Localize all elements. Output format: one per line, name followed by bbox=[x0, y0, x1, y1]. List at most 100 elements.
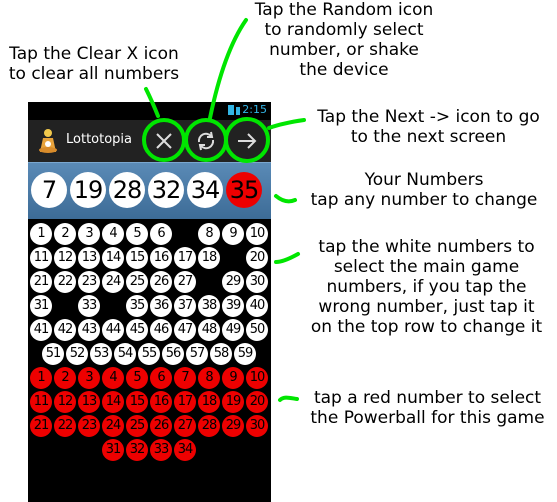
main-number[interactable]: 25 bbox=[126, 271, 148, 293]
powerball-number[interactable]: 33 bbox=[150, 439, 172, 461]
main-number[interactable]: 36 bbox=[150, 295, 172, 317]
main-number[interactable]: 9 bbox=[222, 223, 244, 245]
main-number[interactable]: 17 bbox=[174, 247, 196, 269]
main-number[interactable]: 20 bbox=[246, 247, 268, 269]
powerball-number[interactable]: 16 bbox=[150, 391, 172, 413]
main-number[interactable]: 18 bbox=[198, 247, 220, 269]
powerball-number[interactable]: 13 bbox=[78, 391, 100, 413]
powerball-number[interactable]: 19 bbox=[222, 391, 244, 413]
selected-number[interactable]: 34 bbox=[187, 172, 223, 208]
main-number[interactable]: 37 bbox=[174, 295, 196, 317]
selected-number[interactable]: 19 bbox=[70, 172, 106, 208]
powerball-number[interactable]: 31 bbox=[102, 439, 124, 461]
main-number[interactable]: 38 bbox=[198, 295, 220, 317]
main-number[interactable]: 57 bbox=[186, 343, 208, 365]
main-number[interactable]: 43 bbox=[78, 319, 100, 341]
powerball-number[interactable]: 26 bbox=[150, 415, 172, 437]
powerball-number[interactable]: 4 bbox=[102, 367, 124, 389]
powerball-number[interactable]: 12 bbox=[54, 391, 76, 413]
selected-number[interactable]: 28 bbox=[109, 172, 145, 208]
powerball-number[interactable]: 5 bbox=[126, 367, 148, 389]
refresh-icon bbox=[197, 131, 215, 151]
main-number[interactable]: 39 bbox=[222, 295, 244, 317]
main-number[interactable]: 51 bbox=[42, 343, 64, 365]
powerball-number[interactable]: 27 bbox=[174, 415, 196, 437]
main-number[interactable]: 8 bbox=[198, 223, 220, 245]
main-number[interactable]: 13 bbox=[78, 247, 100, 269]
main-number[interactable]: 47 bbox=[174, 319, 196, 341]
powerball-number[interactable]: 25 bbox=[126, 415, 148, 437]
main-number[interactable]: 59 bbox=[234, 343, 256, 365]
powerball-number[interactable]: 14 bbox=[102, 391, 124, 413]
random-button[interactable] bbox=[187, 122, 225, 160]
main-number[interactable]: 26 bbox=[150, 271, 172, 293]
powerball-number[interactable]: 30 bbox=[246, 415, 268, 437]
main-number[interactable]: 44 bbox=[102, 319, 124, 341]
main-number[interactable]: 27 bbox=[174, 271, 196, 293]
main-number[interactable]: 35 bbox=[126, 295, 148, 317]
powerball-number[interactable]: 11 bbox=[30, 391, 52, 413]
main-number[interactable]: 10 bbox=[246, 223, 268, 245]
powerball-number[interactable]: 22 bbox=[54, 415, 76, 437]
main-number[interactable]: 46 bbox=[150, 319, 172, 341]
powerball-number[interactable]: 21 bbox=[30, 415, 52, 437]
main-number[interactable]: 24 bbox=[102, 271, 124, 293]
powerball-number[interactable]: 23 bbox=[78, 415, 100, 437]
main-number[interactable]: 6 bbox=[150, 223, 172, 245]
main-number[interactable]: 2 bbox=[54, 223, 76, 245]
main-number[interactable]: 48 bbox=[198, 319, 220, 341]
main-number[interactable]: 11 bbox=[30, 247, 52, 269]
main-number[interactable]: 14 bbox=[102, 247, 124, 269]
main-number[interactable]: 30 bbox=[246, 271, 268, 293]
powerball-number[interactable]: 2 bbox=[54, 367, 76, 389]
selected-number[interactable]: 32 bbox=[148, 172, 184, 208]
powerball-number[interactable]: 17 bbox=[174, 391, 196, 413]
main-number[interactable]: 41 bbox=[30, 319, 52, 341]
main-number[interactable]: 52 bbox=[66, 343, 88, 365]
powerball-number[interactable]: 20 bbox=[246, 391, 268, 413]
main-number[interactable]: 21 bbox=[30, 271, 52, 293]
powerball-number[interactable]: 7 bbox=[174, 367, 196, 389]
main-number[interactable]: 3 bbox=[78, 223, 100, 245]
main-number[interactable]: 31 bbox=[30, 295, 52, 317]
selected-powerball[interactable]: 35 bbox=[226, 172, 262, 208]
annotation-line: on the top row to change it bbox=[310, 317, 543, 337]
main-number[interactable]: 58 bbox=[210, 343, 232, 365]
main-number[interactable]: 45 bbox=[126, 319, 148, 341]
main-number[interactable]: 23 bbox=[78, 271, 100, 293]
main-number[interactable]: 22 bbox=[54, 271, 76, 293]
powerball-number[interactable]: 1 bbox=[30, 367, 52, 389]
main-number[interactable]: 15 bbox=[126, 247, 148, 269]
powerball-number[interactable]: 32 bbox=[126, 439, 148, 461]
powerball-number[interactable]: 34 bbox=[174, 439, 196, 461]
main-number[interactable]: 42 bbox=[54, 319, 76, 341]
powerball-number[interactable]: 15 bbox=[126, 391, 148, 413]
main-number[interactable]: 49 bbox=[222, 319, 244, 341]
powerball-number[interactable]: 9 bbox=[222, 367, 244, 389]
main-number[interactable]: 50 bbox=[246, 319, 268, 341]
main-number[interactable]: 53 bbox=[90, 343, 112, 365]
powerball-number[interactable]: 3 bbox=[78, 367, 100, 389]
powerball-number[interactable]: 8 bbox=[198, 367, 220, 389]
main-number[interactable]: 55 bbox=[138, 343, 160, 365]
main-number[interactable]: 1 bbox=[30, 223, 52, 245]
annotation-red-numbers: tap a red number to select the Powerball… bbox=[298, 388, 557, 428]
powerball-number[interactable]: 24 bbox=[102, 415, 124, 437]
main-number[interactable]: 5 bbox=[126, 223, 148, 245]
powerball-number[interactable]: 28 bbox=[198, 415, 220, 437]
next-button[interactable] bbox=[228, 122, 266, 160]
powerball-number[interactable]: 10 bbox=[246, 367, 268, 389]
main-number[interactable]: 33 bbox=[78, 295, 100, 317]
powerball-number[interactable]: 29 bbox=[222, 415, 244, 437]
main-number[interactable]: 16 bbox=[150, 247, 172, 269]
powerball-number[interactable]: 6 bbox=[150, 367, 172, 389]
main-number[interactable]: 29 bbox=[222, 271, 244, 293]
main-number[interactable]: 54 bbox=[114, 343, 136, 365]
main-number[interactable]: 12 bbox=[54, 247, 76, 269]
main-number[interactable]: 56 bbox=[162, 343, 184, 365]
main-number[interactable]: 4 bbox=[102, 223, 124, 245]
clear-button[interactable] bbox=[145, 122, 183, 160]
selected-number[interactable]: 7 bbox=[31, 172, 67, 208]
powerball-number[interactable]: 18 bbox=[198, 391, 220, 413]
main-number[interactable]: 40 bbox=[246, 295, 268, 317]
